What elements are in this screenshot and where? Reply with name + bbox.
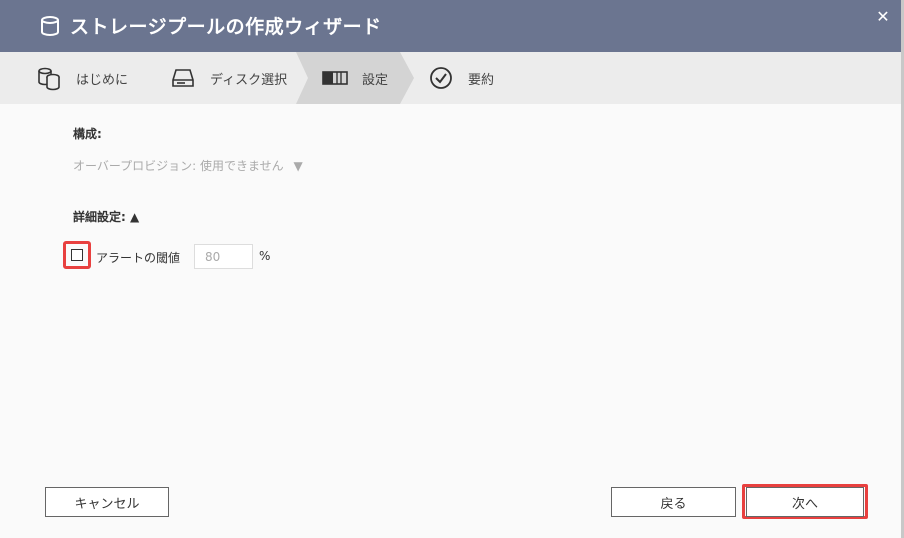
- overprovision-text: オーバープロビジョン: 使用できません: [73, 159, 284, 173]
- checkmark-circle-icon: [428, 65, 454, 91]
- wizard-steps: はじめに ディスク選択 設定 要約: [0, 52, 904, 104]
- window-title: ストレージプールの作成ウィザード: [70, 16, 382, 38]
- advanced-settings-toggle[interactable]: 詳細設定: ▲: [73, 208, 139, 225]
- step-summary: 要約: [428, 52, 494, 104]
- percent-unit: %: [259, 249, 271, 263]
- step-intro: はじめに: [36, 52, 128, 104]
- next-button[interactable]: 次へ: [746, 487, 864, 517]
- title-bar: ストレージプールの作成ウィザード ✕: [0, 0, 904, 52]
- step-settings: 設定: [322, 52, 388, 104]
- alert-threshold-checkbox[interactable]: [71, 249, 83, 261]
- cancel-button[interactable]: キャンセル: [45, 487, 169, 517]
- back-button[interactable]: 戻る: [611, 487, 736, 517]
- dropdown-arrow-icon: ▼: [293, 159, 303, 173]
- step-label: 設定: [362, 72, 389, 88]
- step-label: はじめに: [76, 72, 129, 88]
- close-button[interactable]: ✕: [874, 8, 892, 26]
- overprovision-status[interactable]: オーバープロビジョン: 使用できません ▼: [73, 157, 303, 174]
- alert-threshold-input[interactable]: [194, 244, 253, 269]
- step-disk-select: ディスク選択: [170, 52, 287, 104]
- database-icon: [36, 65, 62, 91]
- step-label: ディスク選択: [210, 72, 288, 88]
- step-label: 要約: [468, 72, 495, 88]
- settings-bar-icon: [322, 65, 348, 91]
- alert-threshold-label: アラートの閾値: [96, 251, 181, 265]
- database-icon: [41, 16, 59, 36]
- disk-drive-icon: [170, 65, 196, 91]
- config-heading: 構成:: [73, 127, 102, 141]
